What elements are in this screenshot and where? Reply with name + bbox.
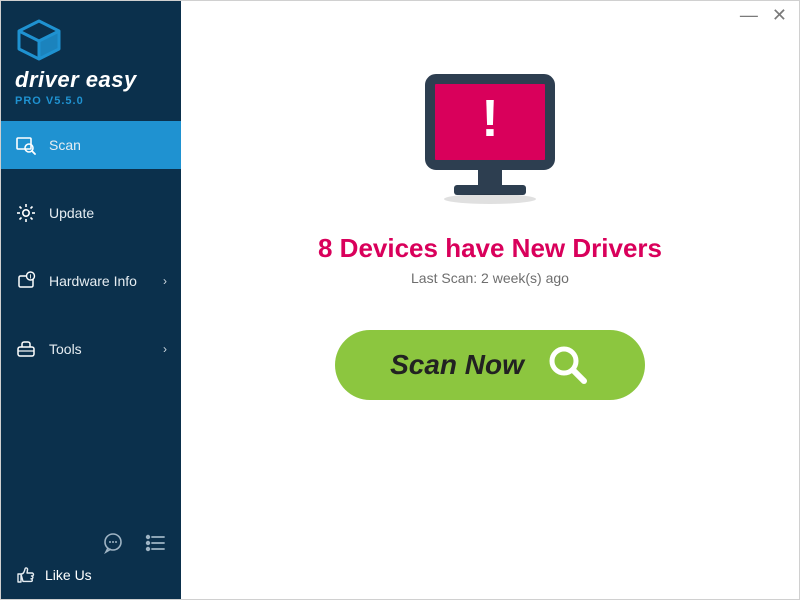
sidebar-item-update[interactable]: Update [1, 189, 181, 237]
brand-name: driver easy [15, 67, 167, 93]
like-us-label: Like Us [45, 567, 92, 583]
sidebar-item-tools[interactable]: Tools › [1, 325, 181, 373]
last-scan-label: Last Scan: 2 week(s) ago [411, 270, 569, 286]
svg-text:!: ! [481, 90, 498, 148]
sidebar-item-label: Hardware Info [49, 273, 137, 289]
toolbox-icon [15, 338, 37, 360]
status-headline: 8 Devices have New Drivers [318, 233, 662, 264]
brand-version: PRO V5.5.0 [15, 95, 167, 107]
sidebar-item-hardware-info[interactable]: i Hardware Info › [1, 257, 181, 305]
sidebar-item-label: Scan [49, 137, 81, 153]
window-controls: — ✕ [740, 1, 799, 29]
logo-icon [15, 19, 167, 61]
scan-now-button[interactable]: Scan Now [335, 330, 645, 400]
sidebar-bottom: Like Us [1, 523, 181, 599]
scan-now-label: Scan Now [390, 349, 524, 381]
close-button[interactable]: ✕ [772, 5, 787, 26]
main-panel: ! 8 Devices have New Drivers Last Scan: … [181, 1, 799, 599]
feedback-icon[interactable] [101, 531, 125, 555]
chip-info-icon: i [15, 270, 37, 292]
thumbs-up-icon [15, 565, 35, 585]
sidebar-item-label: Tools [49, 341, 82, 357]
chevron-right-icon: › [163, 274, 167, 288]
magnifier-icon [546, 343, 590, 387]
brand-block: driver easy PRO V5.5.0 [1, 1, 181, 117]
nav: Scan Update [1, 121, 181, 523]
like-us-button[interactable]: Like Us [15, 565, 167, 585]
app-window: — ✕ driver easy PRO V5.5.0 [0, 0, 800, 600]
scan-icon [15, 134, 37, 156]
sidebar-item-scan[interactable]: Scan [1, 121, 181, 169]
chevron-right-icon: › [163, 342, 167, 356]
sidebar-item-label: Update [49, 205, 94, 221]
sidebar: driver easy PRO V5.5.0 Scan [1, 1, 181, 599]
minimize-button[interactable]: — [740, 5, 758, 26]
alert-monitor-illustration: ! [410, 71, 570, 211]
gear-icon [15, 202, 37, 224]
list-settings-icon[interactable] [143, 531, 167, 555]
